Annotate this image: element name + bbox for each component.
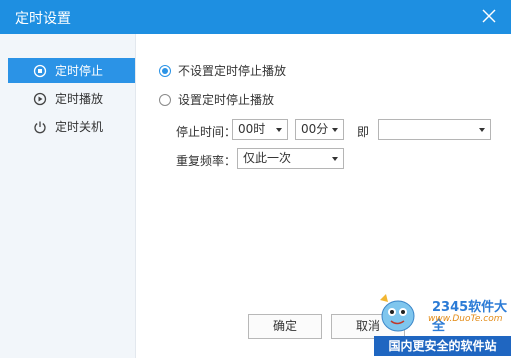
window-title: 定时设置 bbox=[15, 11, 71, 27]
watermark-url: www.DuoTe.com bbox=[428, 314, 503, 324]
date-select[interactable] bbox=[378, 119, 491, 140]
hour-select[interactable]: 00时 bbox=[232, 119, 288, 140]
close-icon[interactable] bbox=[482, 9, 496, 23]
radio-set-timer[interactable]: 设置定时停止播放 bbox=[159, 91, 274, 108]
date-label: 即 bbox=[357, 125, 370, 139]
repeat-label: 重复频率： bbox=[176, 154, 237, 168]
hour-value: 00时 bbox=[238, 122, 266, 136]
sidebar-item-label: 定时关机 bbox=[55, 120, 104, 134]
sidebar-item-label: 定时播放 bbox=[55, 92, 104, 106]
repeat-select[interactable]: 仅此一次 bbox=[237, 148, 344, 169]
chevron-down-icon bbox=[332, 128, 338, 132]
chevron-down-icon bbox=[479, 128, 485, 132]
ok-button[interactable]: 确定 bbox=[248, 314, 322, 339]
radio-button-checked[interactable] bbox=[159, 64, 171, 77]
chevron-down-icon bbox=[332, 157, 338, 161]
sidebar-item-label: 定时停止 bbox=[55, 64, 104, 78]
power-icon bbox=[34, 121, 46, 133]
radio-label: 不设置定时停止播放 bbox=[178, 64, 287, 78]
chevron-down-icon bbox=[276, 128, 282, 132]
sidebar-item-shutdown[interactable]: 定时关机 bbox=[8, 114, 135, 139]
radio-label: 设置定时停止播放 bbox=[178, 93, 275, 107]
repeat-value: 仅此一次 bbox=[243, 151, 292, 165]
radio-button[interactable] bbox=[159, 93, 171, 106]
timer-stop-icon bbox=[33, 64, 47, 77]
watermark-banner: 国内更安全的软件站 bbox=[374, 336, 511, 356]
radio-no-timer[interactable]: 不设置定时停止播放 bbox=[159, 62, 286, 79]
mascot-logo bbox=[380, 294, 415, 332]
sidebar: 定时停止 定时播放 定时关机 bbox=[0, 34, 136, 358]
timer-play-icon bbox=[33, 92, 47, 105]
minute-value: 00分 bbox=[301, 122, 329, 136]
title-bar: 定时设置 bbox=[0, 0, 511, 34]
sidebar-item-timer-play[interactable]: 定时播放 bbox=[8, 86, 135, 111]
minute-select[interactable]: 00分 bbox=[295, 119, 344, 140]
sidebar-item-timer-stop[interactable]: 定时停止 bbox=[8, 58, 135, 83]
stop-time-label: 停止时间： bbox=[176, 125, 237, 139]
